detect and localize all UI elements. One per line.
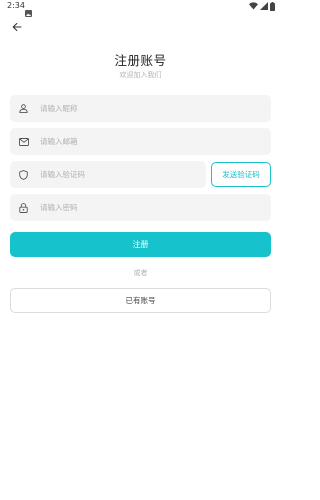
- email-input[interactable]: [40, 128, 263, 155]
- verification-code-field[interactable]: [10, 161, 206, 188]
- back-button[interactable]: [9, 18, 25, 34]
- status-time: 2:34: [7, 1, 25, 10]
- user-icon: [18, 103, 29, 114]
- nickname-field[interactable]: [10, 95, 271, 122]
- mail-icon: [18, 136, 29, 147]
- wifi-icon: [249, 2, 258, 10]
- battery-icon: [270, 1, 275, 11]
- arrow-left-icon: [12, 17, 22, 36]
- have-account-button[interactable]: 已有账号: [10, 288, 271, 313]
- or-divider-text: 或者: [133, 269, 148, 277]
- send-code-button[interactable]: 发送验证码: [211, 162, 271, 187]
- page-subtitle: 欢迎加入我们: [119, 71, 162, 79]
- status-bar: 2:34: [0, 0, 281, 17]
- verification-code-input[interactable]: [40, 161, 198, 188]
- password-input[interactable]: [40, 194, 263, 221]
- register-button[interactable]: 注册: [10, 232, 271, 257]
- status-icons: [249, 1, 275, 11]
- password-field[interactable]: [10, 194, 271, 221]
- email-field[interactable]: [10, 128, 271, 155]
- lock-icon: [18, 202, 29, 213]
- nickname-input[interactable]: [40, 95, 263, 122]
- signal-icon: [260, 2, 268, 10]
- page-title: 注册账号: [114, 53, 167, 68]
- shield-icon: [18, 169, 29, 180]
- image-icon: [25, 2, 32, 17]
